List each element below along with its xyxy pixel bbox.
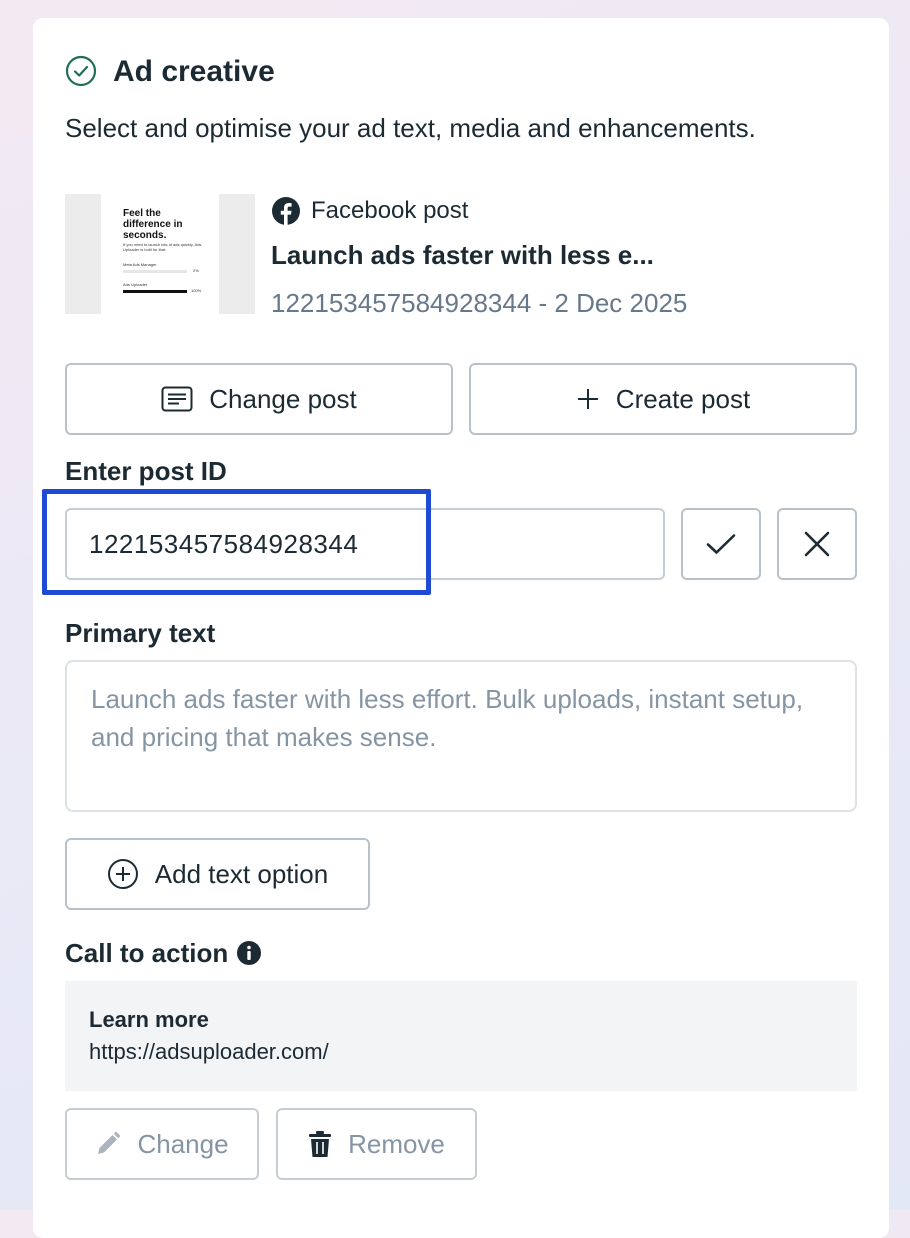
thumbnail-body: If you need to launch lots of ads quickl…	[123, 242, 202, 252]
post-thumbnail: Feel the difference in seconds. If you n…	[65, 194, 255, 314]
trash-icon	[308, 1130, 332, 1158]
remove-cta-label: Remove	[348, 1128, 445, 1159]
primary-text-input[interactable]: Launch ads faster with less effort. Bulk…	[65, 660, 857, 812]
document-icon	[161, 386, 193, 412]
check-circle-icon	[65, 55, 97, 87]
call-to-action-label: Call to action	[65, 938, 229, 968]
plus-circle-icon	[107, 858, 139, 890]
clear-post-id-button[interactable]	[777, 508, 857, 580]
section-subtitle: Select and optimise your ad text, media …	[65, 113, 756, 143]
section-title: Ad creative	[113, 55, 275, 88]
thumbnail-row1-label: Meta Ads Manager	[123, 262, 157, 267]
check-icon	[706, 534, 736, 554]
thumbnail-row1-value: 2%	[193, 268, 199, 273]
thumbnail-headline: Feel the difference in seconds.	[123, 208, 183, 241]
thumbnail-row1-bar	[123, 270, 187, 273]
remove-cta-button[interactable]: Remove	[276, 1108, 477, 1180]
info-icon[interactable]	[236, 940, 262, 966]
primary-text-label: Primary text	[65, 618, 216, 648]
add-text-option-button[interactable]: Add text option	[65, 838, 370, 910]
add-text-option-label: Add text option	[154, 858, 329, 889]
change-post-label: Change post	[209, 383, 357, 414]
post-id-highlight	[42, 489, 431, 595]
post-source-label: Facebook post	[311, 197, 469, 224]
cta-url: https://adsuploader.com/	[89, 1039, 329, 1064]
ad-creative-card: Ad creative Select and optimise your ad …	[33, 18, 889, 1238]
facebook-icon	[272, 197, 300, 225]
pencil-icon	[95, 1131, 121, 1157]
post-title: Launch ads faster with less e...	[271, 240, 654, 270]
create-post-label: Create post	[615, 383, 751, 414]
close-icon	[804, 531, 830, 557]
create-post-button[interactable]: Create post	[469, 363, 857, 435]
change-post-button[interactable]: Change post	[65, 363, 453, 435]
thumbnail-row2-value: 100%	[191, 288, 202, 293]
thumbnail-row2-label: Ads Uploader	[123, 282, 148, 287]
call-to-action-heading: Call to action	[65, 936, 262, 970]
cta-title: Learn more	[89, 1007, 209, 1032]
plus-icon	[576, 387, 600, 411]
call-to-action-box: Learn more https://adsuploader.com/	[65, 981, 857, 1091]
thumbnail-row2-bar	[123, 290, 187, 293]
change-cta-button[interactable]: Change	[65, 1108, 259, 1180]
post-id-label: Enter post ID	[65, 456, 227, 486]
post-meta: 122153457584928344 - 2 Dec 2025	[271, 288, 688, 318]
change-cta-label: Change	[137, 1128, 229, 1159]
confirm-post-id-button[interactable]	[681, 508, 761, 580]
